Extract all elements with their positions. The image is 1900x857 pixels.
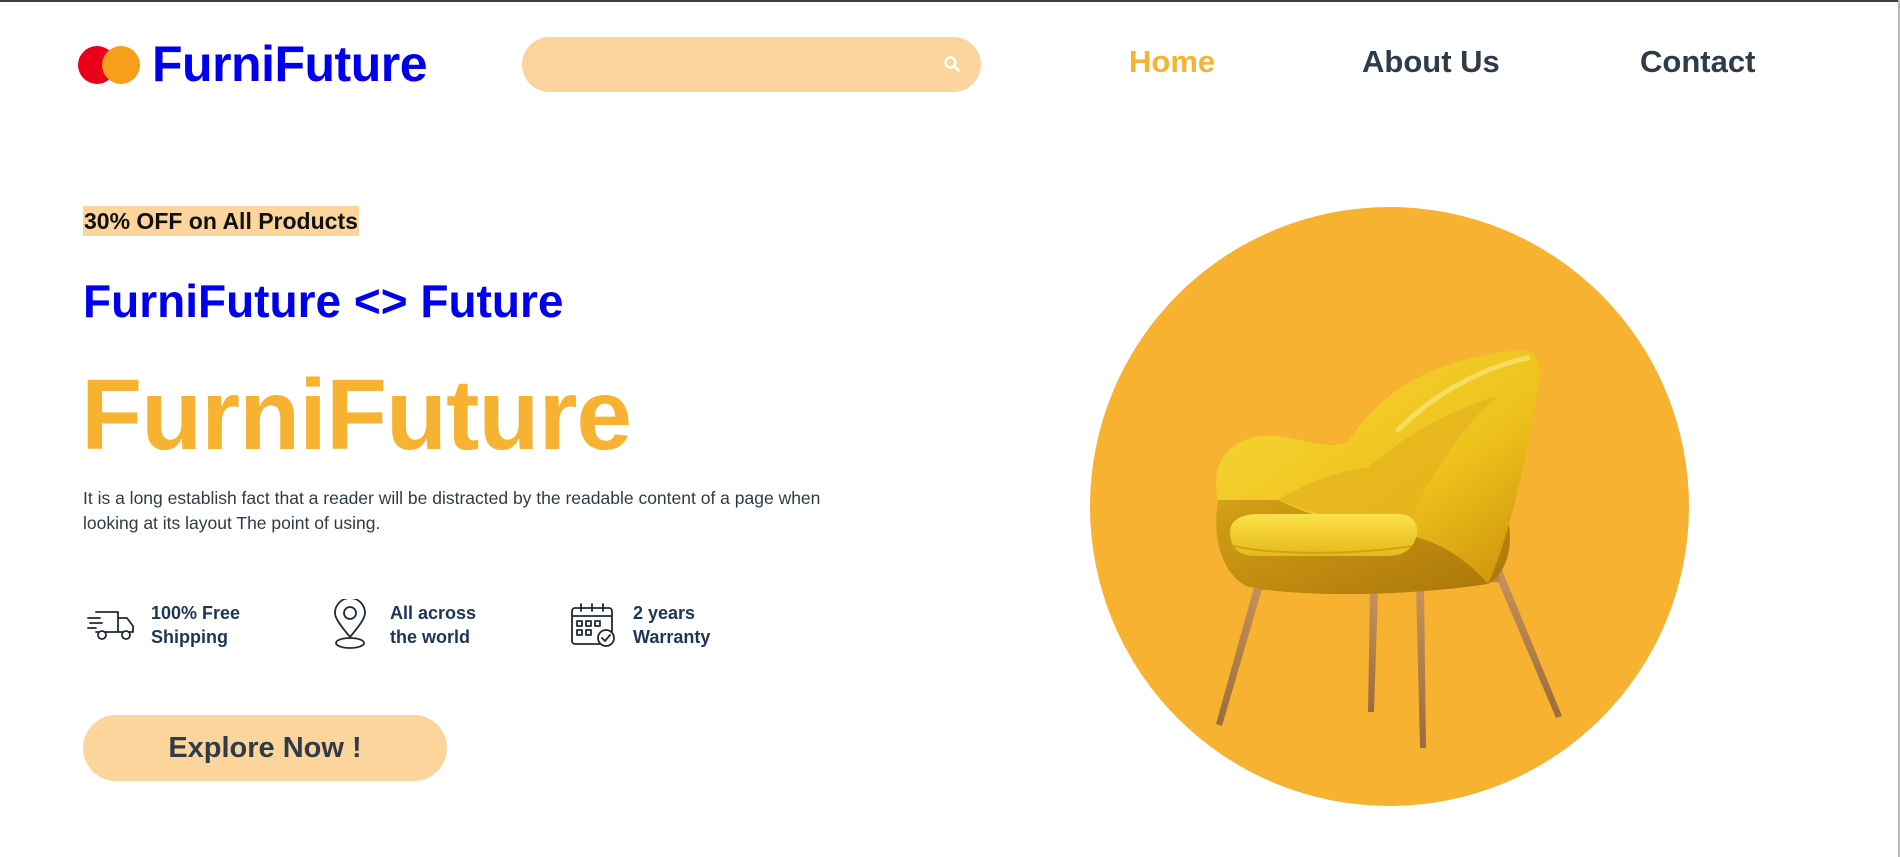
calendar-check-icon [565, 597, 621, 653]
brand-name: FurniFuture [152, 36, 428, 92]
nav-home-link[interactable]: Home [1129, 44, 1215, 80]
feature-line: All across [390, 603, 477, 623]
brand-logo[interactable]: FurniFuture [78, 36, 428, 92]
feature-line: 2 years [633, 603, 696, 623]
hero-subtitle: FurniFuture <> Future [83, 275, 564, 327]
hero-description: It is a long establish fact that a reade… [83, 488, 821, 533]
feature-warranty: 2 years Warranty [565, 597, 753, 653]
hero-title: FurniFuture [81, 359, 632, 471]
feature-line: 100% Free [151, 603, 241, 623]
search-icon [944, 56, 960, 72]
logo-circles-icon [78, 42, 142, 86]
promo-badge: 30% OFF on All Products [83, 206, 359, 236]
delivery-truck-icon [83, 597, 139, 653]
feature-line: the world [390, 627, 470, 647]
armchair-image [1215, 350, 1562, 748]
feature-line: Warranty [633, 627, 711, 647]
nav-about-link[interactable]: About Us [1362, 44, 1500, 80]
window-top-border [0, 0, 1900, 2]
search-button[interactable] [937, 49, 967, 79]
location-pin-icon [322, 597, 378, 653]
explore-now-button[interactable]: Explore Now ! [83, 715, 447, 781]
nav-contact-link[interactable]: Contact [1640, 44, 1755, 80]
search-bar[interactable] [522, 37, 981, 92]
feature-line: Shipping [151, 627, 228, 647]
feature-worldwide: All across the world [322, 597, 510, 653]
feature-free-shipping: 100% Free Shipping [83, 597, 271, 653]
